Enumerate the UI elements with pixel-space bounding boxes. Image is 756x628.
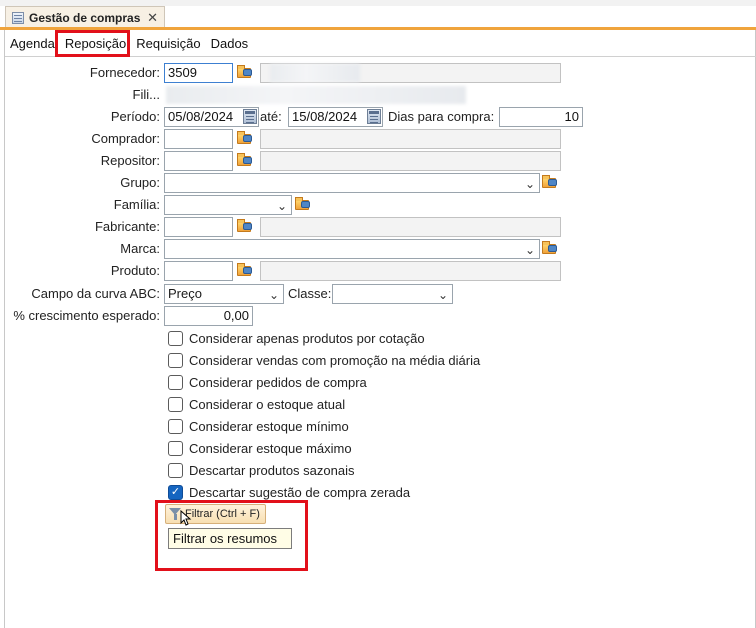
checkbox-label: Considerar vendas com promoção na média … bbox=[189, 352, 481, 368]
curva-abc-select[interactable]: Preço ⌄ bbox=[164, 284, 284, 304]
checkbox-label: Considerar pedidos de compra bbox=[189, 374, 367, 390]
familia-label: Família: bbox=[113, 197, 160, 212]
repositor-lookup-icon[interactable] bbox=[236, 153, 254, 167]
filial-label: Fili... bbox=[132, 87, 160, 102]
comprador-name-field bbox=[260, 129, 561, 149]
grupo-label: Grupo: bbox=[120, 175, 160, 190]
checkbox-box[interactable] bbox=[168, 374, 183, 390]
checkbox-label: Descartar sugestão de compra zerada bbox=[189, 484, 411, 500]
checkbox-estoque-atual[interactable]: Considerar o estoque atual bbox=[168, 395, 345, 413]
checkbox-label: Considerar o estoque atual bbox=[189, 396, 346, 412]
checkbox-box[interactable] bbox=[168, 396, 183, 412]
checkbox-estoque-minimo[interactable]: Considerar estoque mínimo bbox=[168, 417, 349, 435]
checkbox-box[interactable] bbox=[168, 352, 183, 368]
comprador-label: Comprador: bbox=[91, 131, 160, 146]
checkbox-box[interactable] bbox=[168, 418, 183, 434]
periodo-label: Período: bbox=[110, 109, 160, 124]
produto-lookup-icon[interactable] bbox=[236, 263, 254, 277]
calendar-icon[interactable] bbox=[367, 109, 381, 124]
chevron-down-icon: ⌄ bbox=[524, 177, 535, 191]
marca-label: Marca: bbox=[120, 241, 160, 256]
fabricante-code-input[interactable] bbox=[164, 217, 233, 237]
fornecedor-code-input[interactable]: 3509 bbox=[164, 63, 233, 83]
chevron-down-icon: ⌄ bbox=[268, 288, 279, 302]
checkbox-box[interactable] bbox=[168, 440, 183, 456]
fornecedor-name-redacted bbox=[270, 64, 360, 82]
checkbox-box[interactable] bbox=[168, 462, 183, 478]
chevron-down-icon: ⌄ bbox=[276, 199, 287, 213]
produto-label: Produto: bbox=[110, 263, 160, 278]
checkbox-label: Considerar estoque máximo bbox=[189, 440, 352, 456]
familia-lookup-icon[interactable] bbox=[294, 197, 312, 211]
produto-code-input[interactable] bbox=[164, 261, 233, 281]
repositor-code-input[interactable] bbox=[164, 151, 233, 171]
close-icon[interactable]: ✕ bbox=[147, 10, 158, 26]
classe-label: Classe: bbox=[288, 286, 332, 301]
dias-compra-input[interactable]: 10 bbox=[499, 107, 583, 127]
checkbox-sugestao-zerada[interactable]: ✓ Descartar sugestão de compra zerada bbox=[168, 483, 410, 501]
chevron-down-icon: ⌄ bbox=[437, 288, 448, 302]
highlight-box-tab bbox=[55, 30, 130, 57]
document-tab-title: Gestão de compras bbox=[29, 10, 141, 25]
checkbox-pedidos-compra[interactable]: Considerar pedidos de compra bbox=[168, 373, 367, 391]
ate-label: até: bbox=[260, 109, 282, 124]
tab-dados[interactable]: Dados bbox=[206, 33, 254, 55]
checkbox-label: Considerar apenas produtos por cotação bbox=[189, 330, 425, 346]
curva-abc-label: Campo da curva ABC: bbox=[31, 286, 160, 301]
fornecedor-label: Fornecedor: bbox=[89, 65, 160, 80]
checkbox-vendas-promocao[interactable]: Considerar vendas com promoção na média … bbox=[168, 351, 480, 369]
produto-name-field bbox=[260, 261, 561, 281]
fabricante-name-field bbox=[260, 217, 561, 237]
checkbox-apenas-cotacao[interactable]: Considerar apenas produtos por cotação bbox=[168, 329, 425, 347]
fornecedor-lookup-icon[interactable] bbox=[236, 65, 254, 79]
tab-requisicao[interactable]: Requisição bbox=[131, 33, 205, 55]
familia-select[interactable]: ⌄ bbox=[164, 195, 292, 215]
fabricante-label: Fabricante: bbox=[94, 219, 160, 234]
grupo-select[interactable]: ⌄ bbox=[164, 173, 540, 193]
checkbox-produtos-sazonais[interactable]: Descartar produtos sazonais bbox=[168, 461, 354, 479]
filial-redacted bbox=[166, 86, 466, 104]
chevron-down-icon: ⌄ bbox=[524, 243, 535, 257]
checkbox-estoque-maximo[interactable]: Considerar estoque máximo bbox=[168, 439, 352, 457]
marca-lookup-icon[interactable] bbox=[541, 241, 559, 255]
repositor-name-field bbox=[260, 151, 561, 171]
left-border bbox=[4, 30, 5, 628]
checkmark-icon[interactable]: ✓ bbox=[168, 484, 183, 500]
form-icon bbox=[12, 11, 24, 24]
checkbox-label: Considerar estoque mínimo bbox=[189, 418, 349, 434]
crescimento-label: % crescimento esperado: bbox=[13, 308, 160, 323]
grupo-lookup-icon[interactable] bbox=[541, 175, 559, 189]
checkbox-label: Descartar produtos sazonais bbox=[189, 462, 355, 478]
tab-agenda[interactable]: Agenda bbox=[5, 33, 60, 55]
fabricante-lookup-icon[interactable] bbox=[236, 219, 254, 233]
repositor-label: Repositor: bbox=[100, 153, 160, 168]
curva-abc-value: Preço bbox=[168, 286, 202, 301]
marca-select[interactable]: ⌄ bbox=[164, 239, 540, 259]
highlight-box-filter bbox=[155, 500, 308, 571]
document-tab[interactable]: Gestão de compras ✕ bbox=[5, 6, 165, 28]
dias-compra-label: Dias para compra: bbox=[388, 109, 495, 124]
crescimento-input[interactable]: 0,00 bbox=[164, 306, 253, 326]
calendar-icon[interactable] bbox=[243, 109, 257, 124]
comprador-lookup-icon[interactable] bbox=[236, 131, 254, 145]
checkbox-box[interactable] bbox=[168, 330, 183, 346]
classe-select[interactable]: ⌄ bbox=[332, 284, 453, 304]
comprador-code-input[interactable] bbox=[164, 129, 233, 149]
